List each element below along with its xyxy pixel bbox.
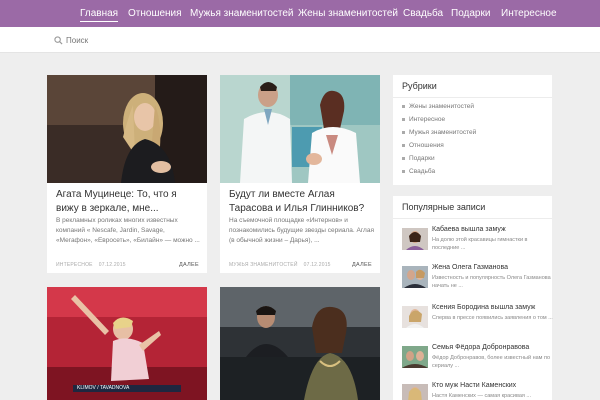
nav-item-home[interactable]: Главная (80, 8, 119, 22)
bullet-icon (402, 169, 405, 173)
popular-post-excerpt: Сперва в прессе появились заявления о то… (432, 315, 553, 321)
post-title[interactable]: Будут ли вместе Аглая Тарасова и Илья Гл… (229, 188, 374, 216)
search-input[interactable] (66, 33, 226, 47)
popular-post-thumbnail[interactable] (402, 306, 428, 328)
popular-post-thumbnail[interactable] (402, 228, 428, 250)
nav-item-interesting[interactable]: Интересное (501, 8, 557, 20)
read-more-link[interactable]: ДАЛЕЕ (179, 262, 199, 268)
bullet-icon (402, 130, 405, 134)
popular-post-thumbnail[interactable] (402, 266, 428, 288)
popular-post-excerpt: Фёдор Добронравов, более известный нам п… (432, 355, 551, 369)
popular-post-title[interactable]: Ксения Бородина вышла замуж (432, 304, 535, 311)
divider (393, 97, 552, 98)
widget-title: Популярные записи (402, 202, 486, 212)
popular-post-excerpt: Настя Каменских — самая красивая ... (432, 393, 531, 399)
divider (393, 218, 552, 219)
post-title[interactable]: Агата Муцинеце: То, что я вижу в зеркале… (56, 188, 201, 216)
popular-post[interactable]: Кто муж Насти Каменских Настя Каменских … (402, 382, 552, 400)
category-link[interactable]: Подарки (402, 155, 435, 162)
post-thumbnail-car-scene[interactable] (220, 287, 380, 400)
post-date: 07.12.2015 (98, 262, 126, 268)
image-caption: KLIMOV / TAVADNOVA (77, 385, 130, 391)
category-link[interactable]: Отношения (402, 142, 444, 149)
nav-item-celebrity-husbands[interactable]: Мужья знаменитостей (190, 8, 294, 20)
popular-post-title[interactable]: Жена Олега Газманова (432, 264, 508, 271)
categories-widget: Рубрики Жены знаменитостей Интересное Му… (393, 75, 552, 185)
nav-item-celebrity-wives[interactable]: Жены знаменитостей (298, 8, 398, 20)
category-link[interactable]: Интересное (402, 116, 445, 123)
popular-post-title[interactable]: Кто муж Насти Каменских (432, 382, 516, 389)
popular-post-title[interactable]: Кабаева вышла замуж (432, 226, 506, 233)
category-link[interactable]: Мужья знаменитостей (402, 129, 476, 136)
post-excerpt: На съемочной площадке «Интернов» и позна… (229, 217, 374, 244)
bullet-icon (402, 143, 405, 147)
post-thumbnail-skater[interactable]: KLIMOV / TAVADNOVA (47, 287, 207, 400)
post-card: KLIMOV / TAVADNOVA (47, 287, 207, 400)
nav-item-relationships[interactable]: Отношения (128, 8, 182, 20)
post-date: 07.12.2015 (303, 262, 331, 268)
popular-post[interactable]: Кабаева вышла замуж На долю этой красави… (402, 226, 552, 258)
post-meta: МУЖЬЯ ЗНАМЕНИТОСТЕЙ 07.12.2015 (229, 262, 331, 268)
bullet-icon (402, 156, 405, 160)
post-card: Агата Муцинеце: То, что я вижу в зеркале… (47, 75, 207, 273)
post-thumbnail-blonde-woman[interactable] (47, 75, 207, 183)
popular-post[interactable]: Ксения Бородина вышла замуж Сперва в пре… (402, 304, 553, 336)
category-link[interactable]: Жены знаменитостей (402, 103, 474, 110)
caption-bar: KLIMOV / TAVADNOVA (73, 385, 181, 392)
post-card (220, 287, 380, 400)
popular-post-title[interactable]: Семья Фёдора Добронравова (432, 344, 529, 351)
search-icon[interactable] (54, 36, 63, 45)
read-more-link[interactable]: ДАЛЕЕ (352, 262, 372, 268)
nav-item-wedding[interactable]: Свадьба (403, 8, 443, 20)
popular-post-thumbnail[interactable] (402, 384, 428, 400)
popular-post[interactable]: Жена Олега Газманова Известность и попул… (402, 264, 552, 296)
widget-title: Рубрики (402, 81, 437, 91)
category-link[interactable]: Свадьба (402, 168, 435, 175)
post-category[interactable]: МУЖЬЯ ЗНАМЕНИТОСТЕЙ (229, 262, 298, 268)
popular-posts-widget: Популярные записи Кабаева вышла замуж На… (393, 196, 553, 400)
top-nav: Главная Отношения Мужья знаменитостей Же… (0, 0, 600, 27)
post-meta: ИНТЕРЕСНОЕ 07.12.2015 (56, 262, 126, 268)
post-card: Будут ли вместе Аглая Тарасова и Илья Гл… (220, 75, 380, 273)
popular-post-thumbnail[interactable] (402, 346, 428, 368)
post-excerpt: В рекламных роликах многих известных ком… (56, 217, 200, 244)
popular-post-excerpt: Известность и популярность Олега Газмано… (432, 275, 551, 289)
popular-post-excerpt: На долю этой красавицы гимнастки в после… (432, 237, 528, 251)
nav-item-gifts[interactable]: Подарки (451, 8, 490, 20)
bullet-icon (402, 104, 405, 108)
bullet-icon (402, 117, 405, 121)
post-category[interactable]: ИНТЕРЕСНОЕ (56, 262, 93, 268)
post-thumbnail-doctors[interactable] (220, 75, 380, 183)
popular-post[interactable]: Семья Фёдора Добронравова Фёдор Добронра… (402, 344, 552, 376)
